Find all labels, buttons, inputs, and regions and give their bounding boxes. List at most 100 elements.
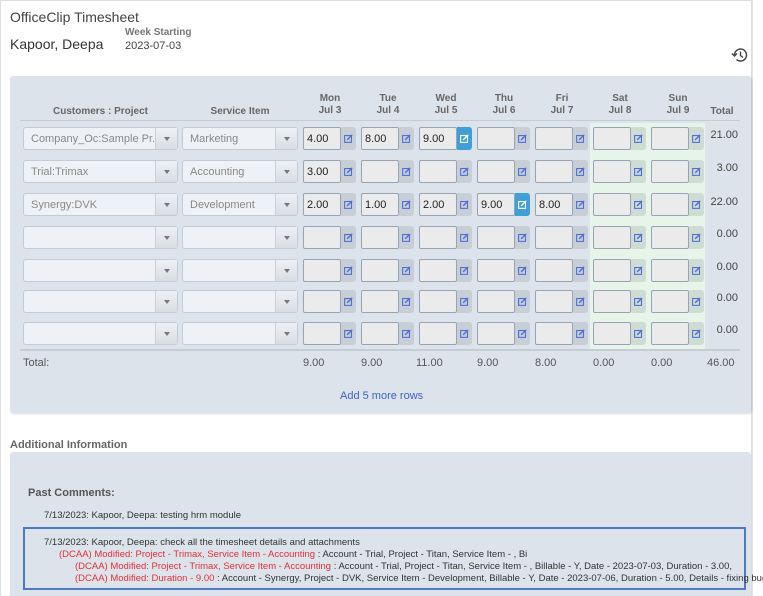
edit-details-button[interactable]	[457, 322, 472, 345]
edit-details-button[interactable]	[631, 259, 646, 282]
hours-input[interactable]	[593, 226, 631, 249]
hours-input[interactable]: 9.00	[419, 127, 457, 150]
hours-input[interactable]	[651, 160, 689, 183]
hours-input[interactable]: 3.00	[303, 160, 341, 183]
edit-details-button[interactable]	[631, 322, 646, 345]
customer-project-select[interactable]: Synergy:DVK	[23, 193, 178, 216]
hours-input[interactable]	[477, 290, 515, 313]
edit-details-button[interactable]	[573, 259, 588, 282]
edit-details-button[interactable]	[631, 127, 646, 150]
dropdown-button[interactable]	[275, 323, 297, 344]
hours-input[interactable]	[535, 259, 573, 282]
edit-details-button[interactable]	[457, 259, 472, 282]
hours-input[interactable]	[535, 290, 573, 313]
edit-details-button[interactable]	[515, 259, 530, 282]
edit-details-button[interactable]	[573, 193, 588, 216]
hours-input[interactable]	[535, 226, 573, 249]
edit-details-button[interactable]	[399, 193, 414, 216]
add-more-rows-link[interactable]: Add 5 more rows	[340, 390, 423, 402]
edit-details-button[interactable]	[341, 290, 356, 313]
hours-input[interactable]	[535, 127, 573, 150]
dropdown-button[interactable]	[155, 161, 177, 182]
hours-input[interactable]	[535, 322, 573, 345]
edit-details-button[interactable]	[457, 193, 472, 216]
edit-details-button[interactable]	[457, 290, 472, 313]
edit-details-button[interactable]	[399, 226, 414, 249]
hours-input[interactable]	[419, 160, 457, 183]
hours-input[interactable]	[477, 226, 515, 249]
customer-project-select[interactable]	[23, 290, 178, 313]
edit-details-button[interactable]	[631, 160, 646, 183]
hours-input[interactable]	[361, 290, 399, 313]
hours-input[interactable]	[651, 290, 689, 313]
hours-input[interactable]	[651, 322, 689, 345]
edit-details-button[interactable]	[573, 127, 588, 150]
service-item-select[interactable]	[182, 259, 298, 282]
hours-input[interactable]	[477, 127, 515, 150]
edit-details-button[interactable]	[341, 226, 356, 249]
edit-details-button[interactable]	[515, 193, 530, 216]
vertical-scrollbar[interactable]	[752, 0, 763, 596]
edit-details-button[interactable]	[399, 259, 414, 282]
hours-input[interactable]	[361, 259, 399, 282]
edit-details-button[interactable]	[341, 160, 356, 183]
hours-input[interactable]	[593, 259, 631, 282]
service-item-select[interactable]	[182, 322, 298, 345]
edit-details-button[interactable]	[573, 322, 588, 345]
dropdown-button[interactable]	[275, 128, 297, 149]
dropdown-button[interactable]	[275, 260, 297, 281]
hours-input[interactable]	[303, 226, 341, 249]
edit-details-button[interactable]	[457, 226, 472, 249]
hours-input[interactable]	[651, 127, 689, 150]
edit-details-button[interactable]	[573, 290, 588, 313]
hours-input[interactable]: 8.00	[361, 127, 399, 150]
edit-details-button[interactable]	[631, 193, 646, 216]
hours-input[interactable]	[361, 322, 399, 345]
service-item-select[interactable]	[182, 290, 298, 313]
hours-input[interactable]: 4.00	[303, 127, 341, 150]
hours-input[interactable]	[419, 226, 457, 249]
dropdown-button[interactable]	[275, 227, 297, 248]
edit-details-button[interactable]	[399, 127, 414, 150]
dropdown-button[interactable]	[155, 291, 177, 312]
service-item-select[interactable]: Marketing	[182, 127, 298, 150]
hours-input[interactable]	[303, 290, 341, 313]
hours-input[interactable]	[303, 259, 341, 282]
hours-input[interactable]	[419, 290, 457, 313]
dropdown-button[interactable]	[155, 128, 177, 149]
dropdown-button[interactable]	[155, 260, 177, 281]
hours-input[interactable]	[593, 290, 631, 313]
hours-input[interactable]: 2.00	[419, 193, 457, 216]
edit-details-button[interactable]	[515, 290, 530, 313]
hours-input[interactable]	[593, 127, 631, 150]
hours-input[interactable]	[593, 322, 631, 345]
dropdown-button[interactable]	[275, 161, 297, 182]
dropdown-button[interactable]	[275, 291, 297, 312]
edit-details-button[interactable]	[573, 226, 588, 249]
hours-input[interactable]: 2.00	[303, 193, 341, 216]
service-item-select[interactable]	[182, 226, 298, 249]
hours-input[interactable]	[651, 226, 689, 249]
edit-details-button[interactable]	[341, 259, 356, 282]
dropdown-button[interactable]	[275, 194, 297, 215]
customer-project-select[interactable]: Company_Oc:Sample Pr...	[23, 127, 178, 150]
edit-details-button[interactable]	[515, 322, 530, 345]
dropdown-button[interactable]	[155, 194, 177, 215]
hours-input[interactable]	[419, 322, 457, 345]
customer-project-select[interactable]	[23, 322, 178, 345]
edit-details-button[interactable]	[573, 160, 588, 183]
service-item-select[interactable]: Development	[182, 193, 298, 216]
hours-input[interactable]	[477, 322, 515, 345]
hours-input[interactable]	[303, 322, 341, 345]
history-icon[interactable]	[730, 45, 750, 65]
edit-details-button[interactable]	[341, 322, 356, 345]
edit-details-button[interactable]	[341, 127, 356, 150]
hours-input[interactable]: 1.00	[361, 193, 399, 216]
edit-details-button[interactable]	[457, 127, 472, 150]
customer-project-select[interactable]: Trial:Trimax	[23, 160, 178, 183]
edit-details-button[interactable]	[631, 226, 646, 249]
dropdown-button[interactable]	[155, 227, 177, 248]
service-item-select[interactable]: Accounting	[182, 160, 298, 183]
hours-input[interactable]	[651, 259, 689, 282]
hours-input[interactable]	[419, 259, 457, 282]
